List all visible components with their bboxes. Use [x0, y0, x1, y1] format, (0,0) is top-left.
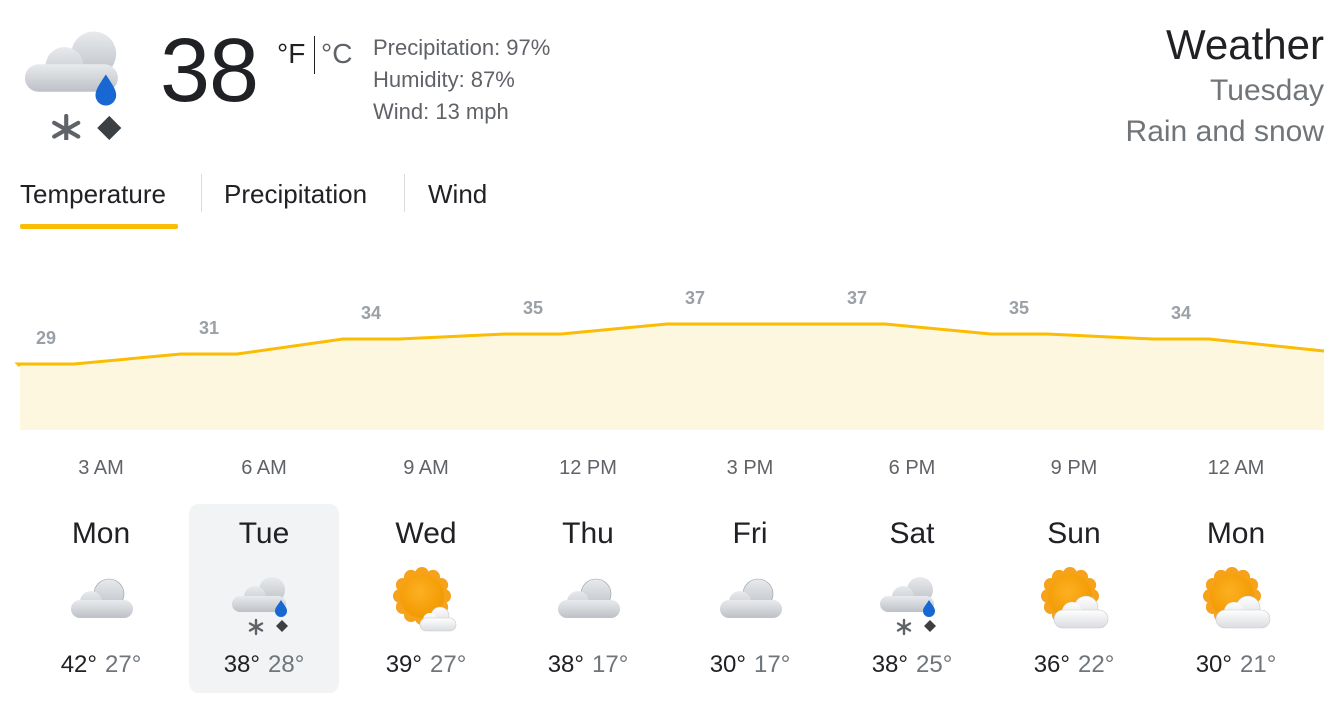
fahrenheit-toggle[interactable]: °F: [277, 36, 305, 72]
temperature-data-label: 31: [199, 318, 219, 338]
wind-stat: Wind: 13 mph: [373, 99, 509, 124]
low-temperature: 17°: [754, 651, 791, 678]
day-card-fri[interactable]: Fri 30° 17°: [675, 504, 825, 693]
widget-title: Weather: [1166, 21, 1324, 68]
temperature-data-label: 29: [36, 328, 56, 348]
time-label: 9 AM: [403, 457, 449, 479]
rain-and-snow-icon: [876, 564, 948, 636]
day-card-mon[interactable]: Mon 30° 21°: [1161, 504, 1311, 693]
humidity-stat: Humidity: 87%: [373, 67, 515, 92]
tab-temperature[interactable]: Temperature: [20, 175, 166, 213]
day-card-thu[interactable]: Thu 38° 17°: [513, 504, 663, 693]
time-label: 3 PM: [726, 457, 774, 479]
partly-cloudy-icon: [1200, 564, 1272, 636]
time-label: 3 AM: [78, 457, 124, 479]
low-temperature: 21°: [1240, 651, 1277, 678]
day-name: Mon: [71, 517, 131, 550]
temperature-area: [18, 324, 1324, 430]
current-temperature: 38: [160, 21, 259, 121]
precipitation-stat: Precipitation: 97%: [373, 35, 551, 60]
temperature-data-label: 35: [1009, 298, 1029, 318]
temperature-data-label: 37: [685, 288, 705, 308]
day-temperatures: 38° 25°: [837, 650, 987, 680]
low-temperature: 17°: [592, 651, 629, 678]
celsius-toggle[interactable]: °C: [321, 36, 352, 72]
tab-divider: [201, 174, 202, 212]
high-temperature: 30°: [709, 651, 746, 678]
tab-wind[interactable]: Wind: [428, 175, 487, 213]
current-day: Tuesday: [1210, 74, 1324, 107]
tab-divider: [404, 174, 405, 212]
temperature-data-label: 34: [361, 303, 381, 323]
day-card-tue[interactable]: Tue 38° 28°: [189, 504, 339, 693]
day-temperatures: 30° 17°: [675, 650, 825, 680]
day-name: Tue: [238, 517, 290, 550]
high-temperature: 38°: [223, 651, 260, 678]
cloudy-icon: [65, 564, 137, 636]
day-temperatures: 39° 27°: [351, 650, 501, 680]
day-temperatures: 38° 28°: [189, 650, 339, 680]
temperature-chart[interactable]: 29 31 34 35 37 37 35 34: [0, 270, 1344, 440]
cloudy-icon: [552, 564, 624, 636]
high-temperature: 38°: [547, 651, 584, 678]
time-label: 6 PM: [888, 457, 936, 479]
high-temperature: 38°: [871, 651, 908, 678]
selected-tab-indicator: [20, 224, 178, 229]
current-condition: Rain and snow: [1125, 115, 1324, 148]
day-card-sun[interactable]: Sun 36° 22°: [999, 504, 1149, 693]
time-label: 6 AM: [241, 457, 287, 479]
day-card-mon[interactable]: Mon 42° 27°: [26, 504, 176, 693]
day-card-sat[interactable]: Sat 38° 25°: [837, 504, 987, 693]
partly-sunny-icon: [390, 564, 462, 636]
day-temperatures: 36° 22°: [999, 650, 1149, 680]
low-temperature: 27°: [105, 651, 142, 678]
day-temperatures: 30° 21°: [1161, 650, 1311, 680]
unit-divider: [314, 36, 315, 74]
high-temperature: 39°: [385, 651, 422, 678]
partly-cloudy-icon: [1038, 564, 1110, 636]
day-temperatures: 42° 27°: [26, 650, 176, 680]
low-temperature: 22°: [1078, 651, 1115, 678]
rain-and-snow-icon: [18, 16, 142, 146]
rain-and-snow-icon: [228, 564, 300, 636]
time-label: 12 AM: [1207, 457, 1265, 479]
day-name: Mon: [1206, 517, 1266, 550]
time-label: 9 PM: [1050, 457, 1098, 479]
tab-precipitation[interactable]: Precipitation: [224, 175, 367, 213]
low-temperature: 28°: [268, 651, 305, 678]
cloudy-icon: [714, 564, 786, 636]
low-temperature: 27°: [430, 651, 467, 678]
day-name: Thu: [562, 517, 614, 550]
temperature-data-label: 34: [1171, 303, 1191, 323]
day-card-wed[interactable]: Wed 39° 27°: [351, 504, 501, 693]
day-name: Sun: [1047, 517, 1101, 550]
day-name: Wed: [395, 517, 457, 550]
temperature-data-label: 37: [847, 288, 867, 308]
day-name: Sat: [889, 517, 935, 550]
low-temperature: 25°: [916, 651, 953, 678]
day-name: Fri: [732, 517, 768, 550]
time-label: 12 PM: [559, 457, 617, 479]
temperature-data-label: 35: [523, 298, 543, 318]
high-temperature: 30°: [1195, 651, 1232, 678]
high-temperature: 42°: [60, 651, 97, 678]
day-temperatures: 38° 17°: [513, 650, 663, 680]
high-temperature: 36°: [1033, 651, 1070, 678]
